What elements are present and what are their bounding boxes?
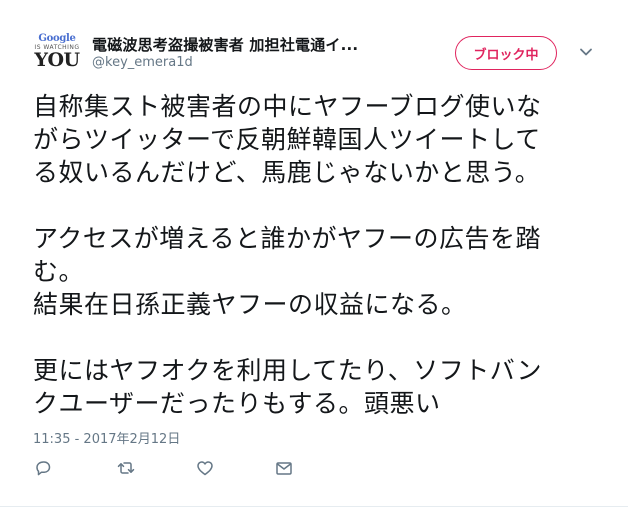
tweet-line: る奴いるんだけど、馬鹿じゃないかと思う。 [33, 158, 541, 187]
tweet-line: クユーザーだったりもする。頭悪い [33, 389, 441, 418]
divider [0, 506, 628, 507]
author-handle[interactable]: @key_emera1d [92, 55, 193, 70]
retweet-icon[interactable] [116, 458, 136, 478]
tweet-line: 更にはヤフオクを利用してたり、ソフトバン [33, 356, 543, 385]
tweet-timestamp[interactable]: 11:35 - 2017年2月12日 [33, 428, 180, 447]
blocked-button[interactable]: ブロック中 [455, 36, 557, 70]
envelope-icon[interactable] [274, 458, 294, 478]
chevron-down-icon[interactable] [578, 44, 594, 60]
tweet-line: 自称集スト被害者の中にヤフーブログ使いな [33, 92, 542, 121]
avatar-text-you: YOU [34, 49, 80, 71]
tweet-line: 結果在日孫正義ヤフーの収益になる。 [33, 290, 467, 319]
heart-icon[interactable] [195, 458, 215, 478]
avatar-text-google: Google [38, 33, 76, 44]
avatar[interactable]: Google IS WATCHING YOU [33, 32, 81, 76]
tweet-card: Google IS WATCHING YOU 電磁波思考盗撮被害者 加担社電通イ… [0, 0, 628, 512]
author-display-name[interactable]: 電磁波思考盗撮被害者 加担社電通イ... [92, 34, 358, 55]
tweet-line: む。 [33, 257, 85, 286]
tweet-line: がらツイッターで反朝鮮韓国人ツイートして [33, 125, 541, 154]
reply-icon[interactable] [33, 458, 53, 478]
tweet-line: アクセスが増えると誰かがヤフーの広告を踏 [33, 224, 542, 253]
tweet-text: 自称集スト被害者の中にヤフーブログ使いな がらツイッターで反朝鮮韓国人ツイートし… [33, 90, 603, 420]
